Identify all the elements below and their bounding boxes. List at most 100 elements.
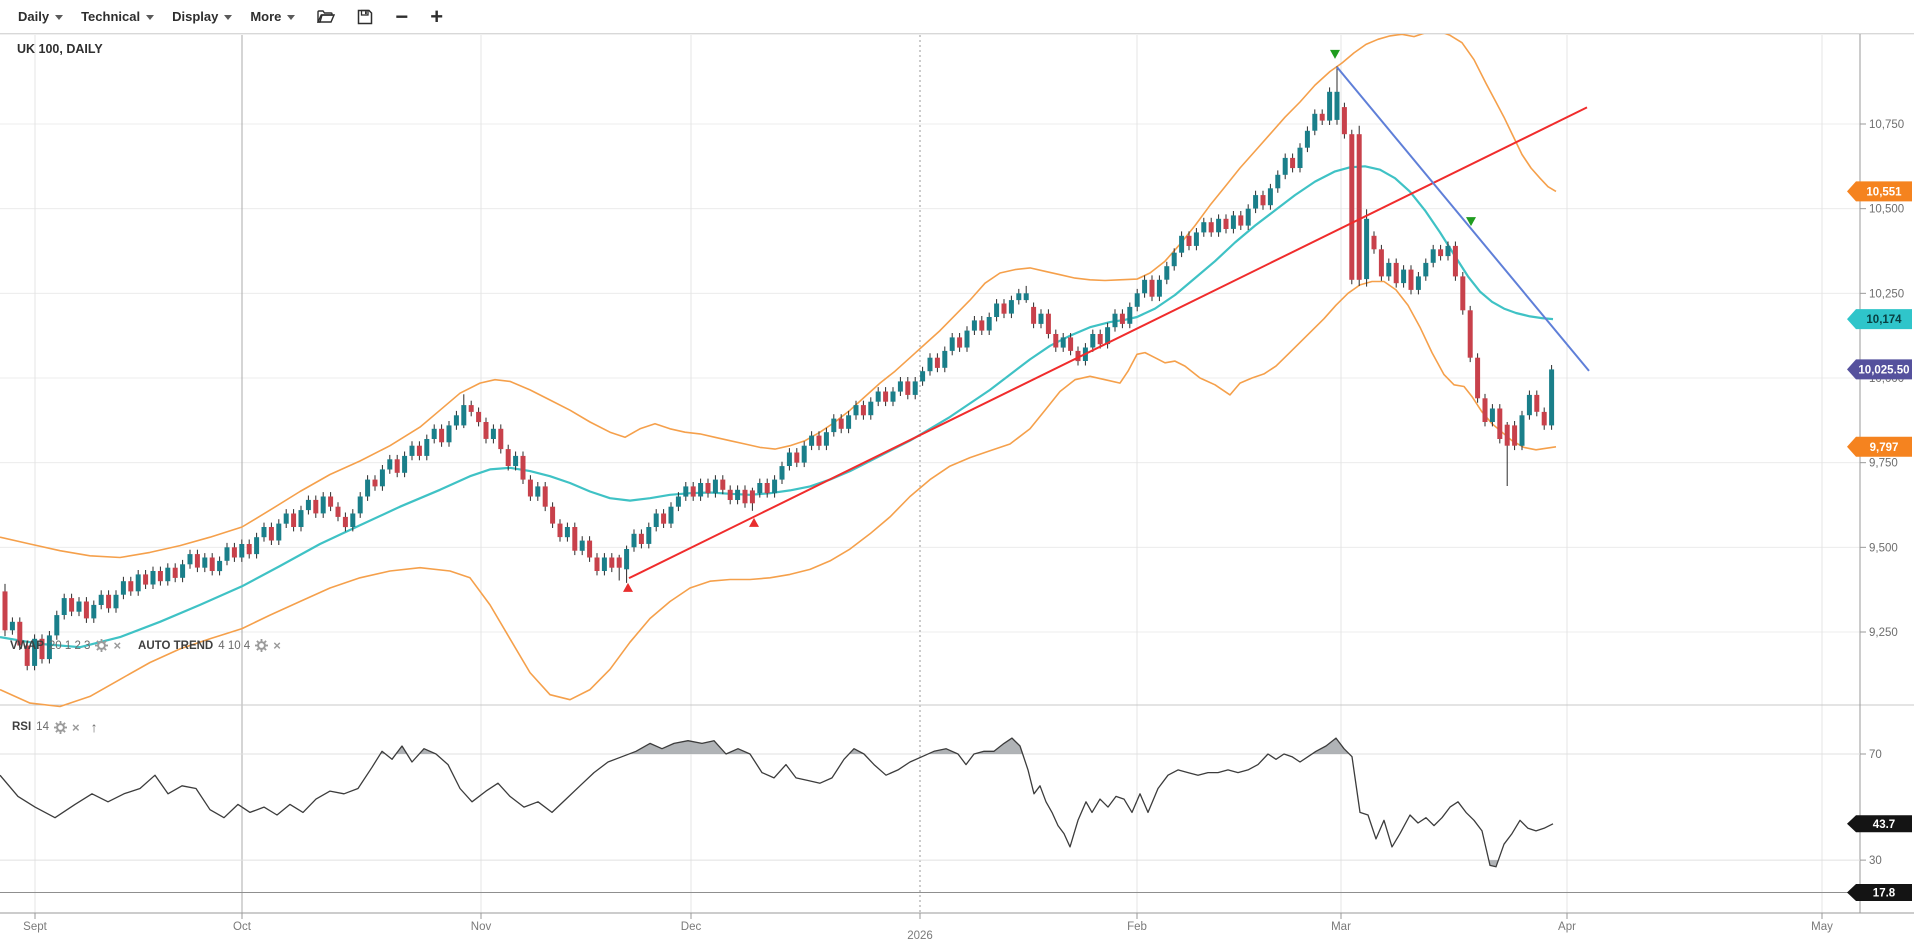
candle-body [528, 480, 533, 497]
candle-body [1386, 263, 1391, 277]
candle-body [202, 558, 207, 568]
month-label: Apr [1558, 921, 1576, 933]
candle-body [572, 527, 577, 551]
candle-body [321, 497, 326, 514]
candle-body [121, 581, 126, 595]
candle-body [698, 483, 703, 497]
candle-body [1401, 270, 1406, 284]
candle-body [180, 564, 185, 578]
candle-body [3, 591, 8, 630]
candle-body [950, 337, 955, 351]
last-price-badge-label: 10,025.50 [1858, 364, 1909, 376]
zoom-in-icon[interactable]: + [430, 7, 443, 27]
rsi-legend-label: RSI [12, 721, 31, 733]
candle-body [1098, 334, 1103, 344]
candle-body [521, 456, 526, 480]
candle-body [854, 405, 859, 415]
close-icon[interactable]: × [113, 638, 121, 653]
display-menu[interactable]: Display [172, 9, 232, 24]
move-up-icon[interactable]: ↑ [91, 719, 98, 735]
lower-band-value-badge-label: 9,797 [1870, 442, 1899, 454]
close-icon[interactable]: × [72, 720, 80, 735]
candle-body [979, 320, 984, 330]
candle-body [262, 527, 267, 537]
candle-body [365, 480, 370, 497]
candle-body [247, 544, 252, 554]
gear-icon[interactable] [95, 639, 108, 652]
rsi-tick-label: 70 [1869, 749, 1882, 761]
candle-body [1520, 415, 1525, 446]
candle-body [1364, 219, 1369, 279]
candle-body [1497, 409, 1502, 440]
candle-body [1453, 246, 1458, 277]
gear-icon[interactable] [54, 721, 67, 734]
candle-body [254, 537, 259, 554]
candle-body [1127, 307, 1132, 324]
candle-body [439, 429, 444, 443]
gear-icon[interactable] [255, 639, 268, 652]
candle-body [765, 483, 770, 493]
sell-signal-marker [1330, 50, 1340, 59]
save-icon[interactable] [357, 9, 373, 25]
timeframe-menu-label: Daily [18, 9, 49, 24]
open-folder-icon[interactable] [317, 9, 335, 24]
auto-trend-up-line[interactable] [629, 107, 1587, 578]
rsi-current-badge-label: 43.7 [1873, 819, 1895, 831]
candle-body [550, 507, 555, 524]
zoom-out-icon[interactable]: − [395, 7, 408, 27]
candle-body [358, 497, 363, 514]
candle-body [632, 534, 637, 548]
candle-body [743, 490, 748, 504]
candle-body [188, 554, 193, 564]
candle-body [587, 541, 592, 558]
candle-body [1120, 314, 1125, 324]
close-icon[interactable]: × [273, 638, 281, 653]
candle-body [165, 568, 170, 582]
candle-body [84, 602, 89, 619]
candle-body [402, 456, 407, 473]
candle-body [128, 581, 133, 591]
candle-body [1349, 134, 1354, 280]
candle-body [276, 524, 281, 541]
more-menu[interactable]: More [250, 9, 295, 24]
main-chart-svg[interactable]: 10,75010,50010,25010,0009,7509,5009,250S… [0, 0, 1914, 940]
candle-body [617, 558, 622, 568]
candle-body [484, 422, 489, 439]
candle-body [232, 547, 237, 557]
month-label: Dec [681, 921, 702, 933]
candle-body [1016, 293, 1021, 300]
candle-body [1209, 222, 1214, 232]
candle-body [1201, 222, 1206, 232]
candle-body [1157, 280, 1162, 297]
price-tick-label: 9,750 [1869, 458, 1898, 470]
vwap-value-badge-label: 10,174 [1866, 314, 1902, 326]
candle-body [965, 331, 970, 348]
chevron-down-icon [146, 15, 154, 20]
candle-body [957, 337, 962, 347]
candle-body [602, 558, 607, 572]
candle-body [498, 429, 503, 449]
candle-body [380, 469, 385, 486]
candle-body [1379, 249, 1384, 276]
candle-body [876, 392, 881, 402]
candle-body [1468, 310, 1473, 357]
candle-body [1068, 337, 1073, 351]
auto-trend-down-line[interactable] [1337, 67, 1589, 371]
candle-body [1268, 188, 1273, 205]
candle-body [942, 351, 947, 368]
candle-body [1534, 395, 1539, 412]
timeframe-menu[interactable]: Daily [18, 9, 63, 24]
candle-body [1216, 219, 1221, 233]
candle-body [1446, 246, 1451, 256]
candle-body [558, 524, 563, 538]
candle-body [1224, 219, 1229, 229]
candle-body [839, 419, 844, 429]
technical-menu[interactable]: Technical [81, 9, 154, 24]
candle-body [417, 446, 422, 456]
candle-body [1305, 131, 1310, 148]
vwap-legend-params: 20 1 2 3 [49, 640, 91, 652]
candle-body [454, 415, 459, 425]
auto-trend-legend-label: AUTO TREND [138, 640, 213, 652]
candle-body [1009, 300, 1014, 314]
more-menu-label: More [250, 9, 281, 24]
